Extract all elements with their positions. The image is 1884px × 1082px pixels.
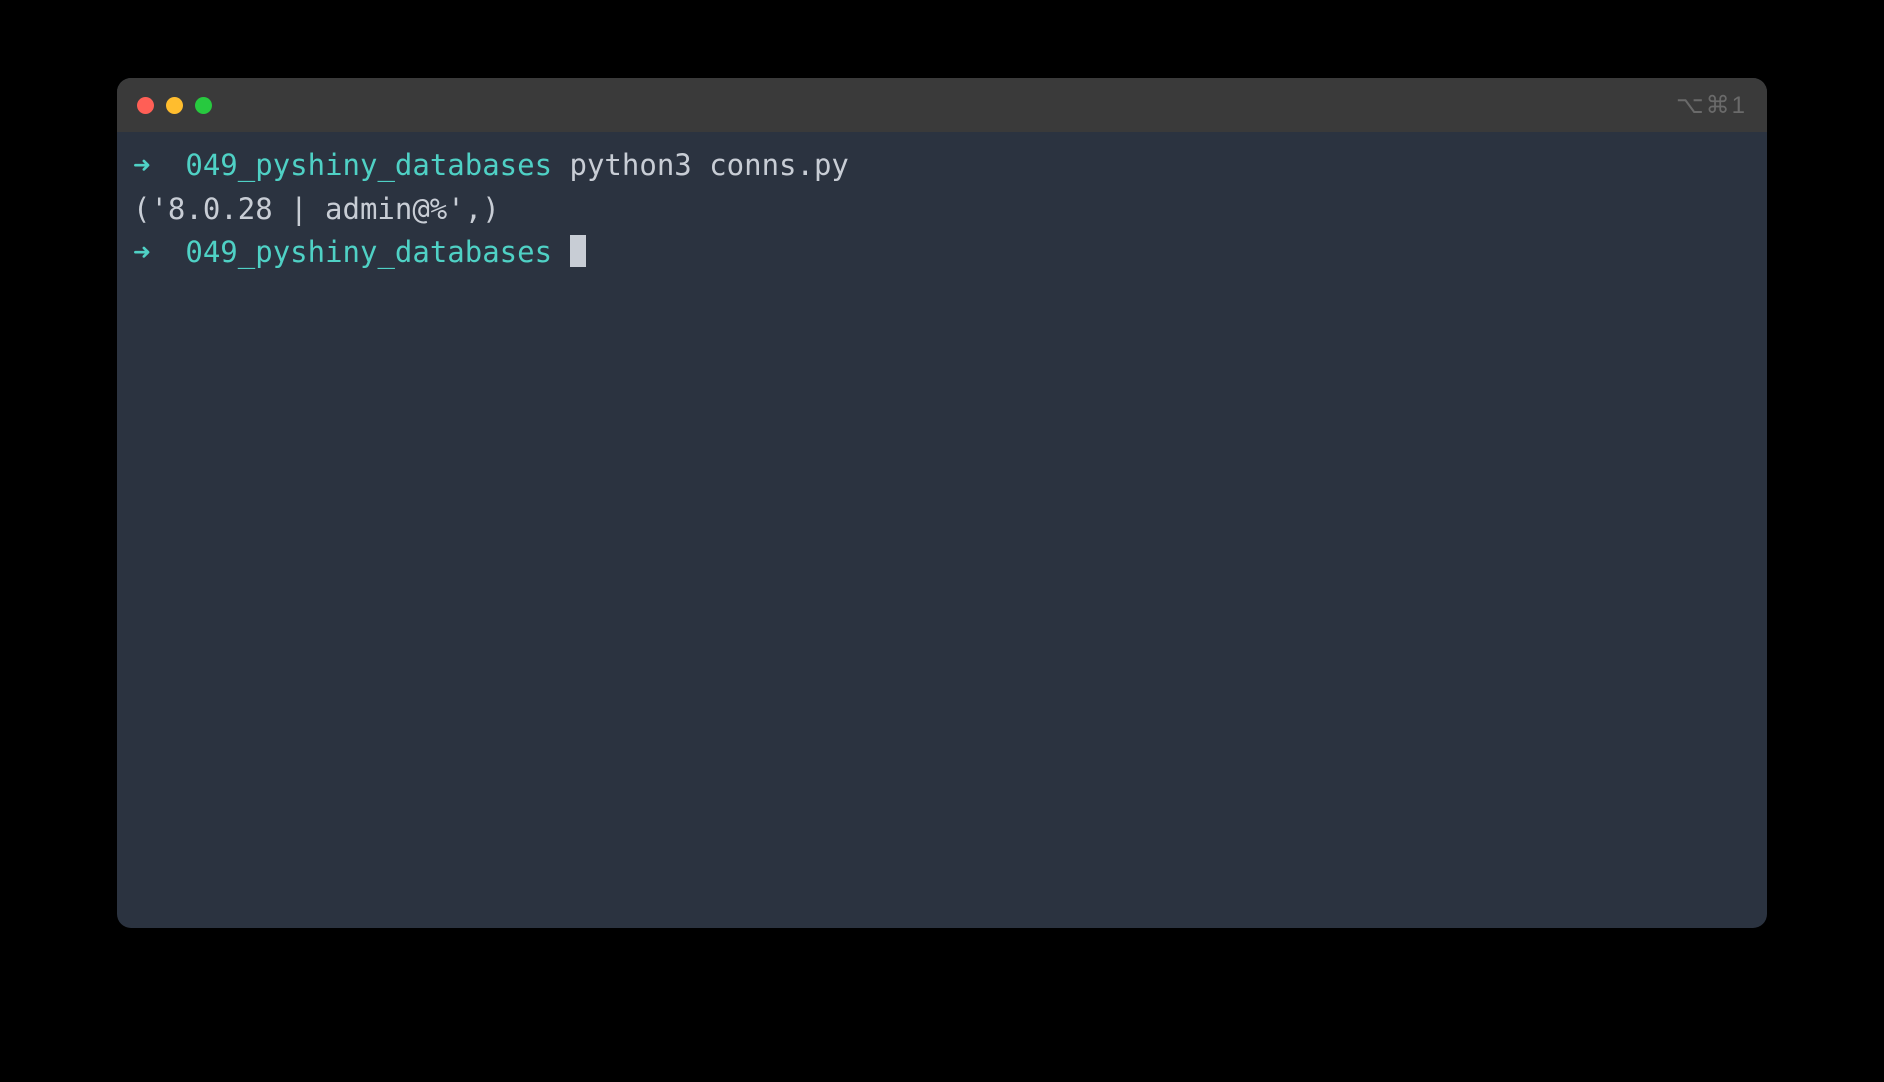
directory-name: 049_pyshiny_databases xyxy=(185,235,552,269)
command-line: ➜ 049_pyshiny_databases python3 conns.py xyxy=(133,144,1751,188)
directory-name: 049_pyshiny_databases xyxy=(185,148,552,182)
prompt-arrow-icon: ➜ xyxy=(133,148,150,182)
terminal-body[interactable]: ➜ 049_pyshiny_databases python3 conns.py… xyxy=(117,132,1767,287)
title-bar: ⌥⌘1 xyxy=(117,78,1767,132)
current-prompt-line: ➜ 049_pyshiny_databases xyxy=(133,231,1751,275)
command-text: python3 conns.py xyxy=(570,148,849,182)
close-button[interactable] xyxy=(137,97,154,114)
tab-indicator: ⌥⌘1 xyxy=(1676,91,1747,120)
output-line: ('8.0.28 | admin@%',) xyxy=(133,188,1751,232)
cursor xyxy=(570,235,586,267)
prompt-arrow-icon: ➜ xyxy=(133,235,150,269)
terminal-window: ⌥⌘1 ➜ 049_pyshiny_databases python3 conn… xyxy=(117,78,1767,928)
traffic-lights xyxy=(137,97,212,114)
minimize-button[interactable] xyxy=(166,97,183,114)
maximize-button[interactable] xyxy=(195,97,212,114)
